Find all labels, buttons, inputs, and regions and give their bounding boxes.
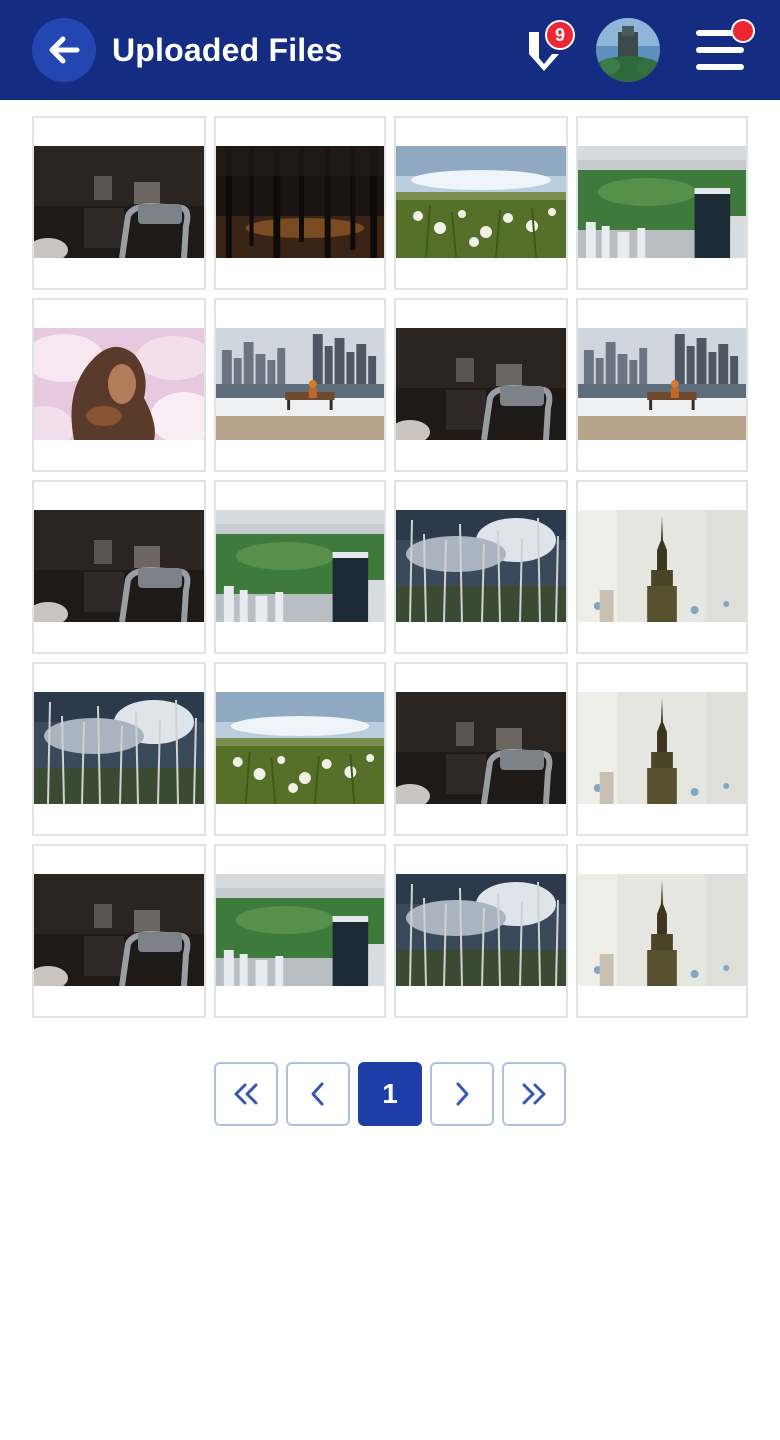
file-card[interactable] <box>394 480 568 654</box>
current-page-button[interactable]: 1 <box>358 1062 422 1126</box>
file-thumbnail <box>396 510 566 622</box>
file-card[interactable] <box>394 116 568 290</box>
back-button[interactable] <box>32 18 96 82</box>
double-chevron-right-icon <box>522 1083 546 1105</box>
file-card[interactable] <box>394 298 568 472</box>
file-card[interactable] <box>576 844 748 1018</box>
file-thumbnail <box>578 328 746 440</box>
file-thumbnail <box>396 146 566 258</box>
app-header: Uploaded Files 9 <box>0 0 780 100</box>
file-grid <box>32 116 748 1018</box>
file-thumbnail <box>34 146 204 258</box>
file-card[interactable] <box>32 480 206 654</box>
file-thumbnail <box>578 146 746 258</box>
file-card[interactable] <box>214 662 386 836</box>
file-thumbnail <box>216 874 384 986</box>
avatar[interactable] <box>596 18 660 82</box>
menu-notification-dot <box>731 19 755 43</box>
file-card[interactable] <box>214 844 386 1018</box>
file-thumbnail <box>34 692 204 804</box>
notification-badge: 9 <box>545 20 575 50</box>
first-page-button[interactable] <box>214 1062 278 1126</box>
arrow-left-icon <box>49 36 80 64</box>
file-thumbnail <box>216 692 384 804</box>
chevron-right-icon <box>456 1082 469 1106</box>
prev-page-button[interactable] <box>286 1062 350 1126</box>
file-thumbnail <box>34 328 204 440</box>
pagination: 1 <box>214 1062 566 1126</box>
file-card[interactable] <box>214 298 386 472</box>
file-card[interactable] <box>32 662 206 836</box>
file-card[interactable] <box>576 480 748 654</box>
file-card[interactable] <box>32 298 206 472</box>
file-card[interactable] <box>576 298 748 472</box>
file-card[interactable] <box>576 662 748 836</box>
file-thumbnail <box>396 328 566 440</box>
file-thumbnail <box>396 692 566 804</box>
file-thumbnail <box>578 692 746 804</box>
file-thumbnail <box>34 510 204 622</box>
file-thumbnail <box>34 874 204 986</box>
file-card[interactable] <box>214 116 386 290</box>
file-thumbnail <box>578 874 746 986</box>
file-thumbnail <box>216 328 384 440</box>
last-page-button[interactable] <box>502 1062 566 1126</box>
file-card[interactable] <box>394 844 568 1018</box>
file-card[interactable] <box>576 116 748 290</box>
file-thumbnail <box>216 146 384 258</box>
file-card[interactable] <box>394 662 568 836</box>
file-card[interactable] <box>214 480 386 654</box>
double-chevron-left-icon <box>234 1083 258 1105</box>
file-thumbnail <box>216 510 384 622</box>
file-card[interactable] <box>32 844 206 1018</box>
file-card[interactable] <box>32 116 206 290</box>
page-title: Uploaded Files <box>112 32 343 68</box>
chevron-left-icon <box>311 1082 324 1106</box>
file-thumbnail <box>396 874 566 986</box>
file-thumbnail <box>578 510 746 622</box>
next-page-button[interactable] <box>430 1062 494 1126</box>
